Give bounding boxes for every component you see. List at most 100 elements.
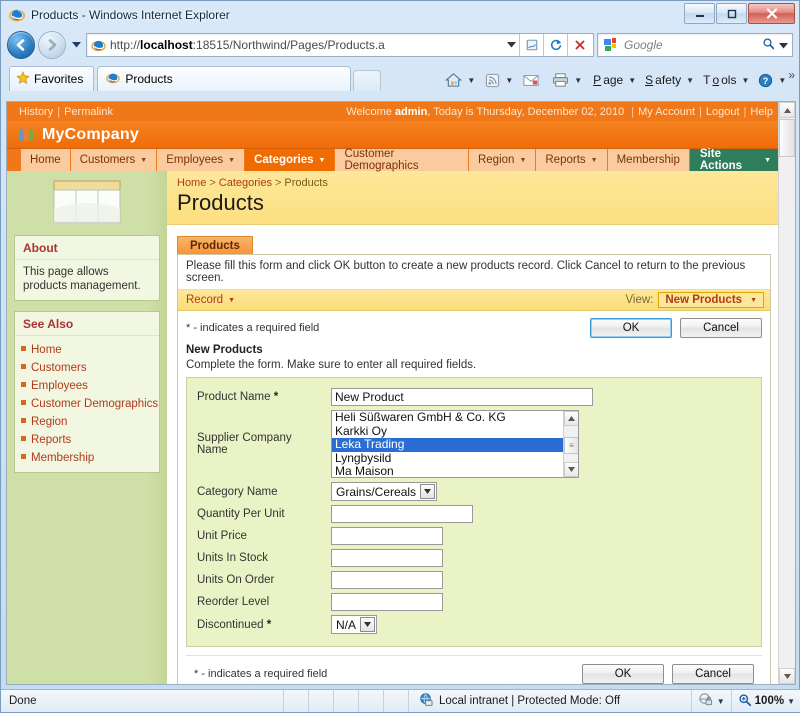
command-bar-overflow-icon[interactable]: » (788, 68, 795, 82)
list-item[interactable]: Lyngbysild (332, 451, 578, 466)
new-tab-button[interactable] (353, 70, 382, 91)
sidebar-link-customer-demographics[interactable]: Customer Demographics (31, 398, 158, 410)
page-scrollbar[interactable] (778, 102, 795, 684)
minimize-button[interactable] (684, 3, 715, 24)
scroll-up-icon[interactable] (564, 411, 578, 426)
safety-dropdown-icon[interactable]: ▼ (686, 76, 694, 85)
address-input[interactable]: http://localhost:18515/Northwind/Pages/P… (86, 33, 594, 57)
ok-button-bottom[interactable]: OK (582, 664, 664, 684)
scroll-down-icon[interactable] (564, 462, 578, 477)
safety-menu[interactable]: Safety (642, 72, 684, 88)
reorder-level-input[interactable] (331, 593, 443, 611)
zoom-control[interactable]: 100% ▼ (730, 690, 800, 712)
list-item[interactable]: Employees (15, 376, 159, 394)
address-dropdown-icon[interactable] (503, 35, 519, 55)
print-dropdown-icon[interactable]: ▼ (574, 76, 582, 85)
list-item[interactable]: Membership (15, 448, 159, 466)
my-account-link[interactable]: My Account (638, 106, 695, 118)
listbox-scrollbar[interactable]: ≡ (563, 411, 578, 477)
feeds-icon[interactable] (482, 72, 503, 89)
logout-link[interactable]: Logout (706, 106, 740, 118)
help-icon[interactable]: ? (755, 72, 776, 89)
chevron-down-icon[interactable]: ▼ (787, 697, 795, 706)
units-on-order-input[interactable] (331, 571, 443, 589)
view-dropdown[interactable]: New Products ▼ (658, 292, 764, 308)
sidebar-link-reports[interactable]: Reports (31, 434, 71, 446)
title-bar: Products - Windows Internet Explorer (1, 1, 799, 29)
nav-item-customers[interactable]: Customers ▼ (70, 149, 158, 171)
category-name-dropdown[interactable]: Grains/Cereals (331, 482, 438, 501)
site-actions-menu[interactable]: Site Actions ▼ (689, 148, 781, 172)
sidebar-link-home[interactable]: Home (31, 344, 62, 356)
search-input[interactable]: Google (597, 33, 793, 57)
stop-icon[interactable] (567, 34, 591, 56)
history-link[interactable]: History (19, 106, 53, 118)
scrollbar-thumb[interactable]: ≡ (564, 437, 578, 454)
list-item[interactable]: Home (15, 340, 159, 358)
nav-item-membership[interactable]: Membership (607, 149, 690, 171)
nav-item-employees[interactable]: Employees ▼ (157, 149, 246, 171)
unit-price-input[interactable] (331, 527, 443, 545)
list-item[interactable]: Ma Maison (332, 464, 578, 477)
search-provider-dropdown-icon[interactable] (779, 38, 788, 52)
units-in-stock-input[interactable] (331, 549, 443, 567)
nav-item-region[interactable]: Region ▼ (468, 149, 537, 171)
ok-button-top[interactable]: OK (590, 318, 672, 338)
print-icon[interactable] (549, 71, 572, 89)
quantity-per-unit-input[interactable] (331, 505, 473, 523)
compatibility-view-icon[interactable] (519, 34, 543, 56)
maximize-button[interactable] (716, 3, 747, 24)
sidebar-link-region[interactable]: Region (31, 416, 67, 428)
mail-icon[interactable] (520, 73, 542, 88)
list-item[interactable]: Reports (15, 430, 159, 448)
forward-button[interactable] (38, 31, 66, 59)
breadcrumb-categories[interactable]: Categories (219, 177, 272, 189)
list-item[interactable]: Customers (15, 358, 159, 376)
list-item[interactable]: Karkki Oy (332, 424, 578, 439)
home-icon[interactable] (442, 71, 465, 89)
permalink-link[interactable]: Permalink (64, 106, 113, 118)
list-item-selected[interactable]: Leka Trading (332, 437, 578, 452)
sidebar-link-employees[interactable]: Employees (31, 380, 88, 392)
privacy-report[interactable]: ▼ (690, 690, 731, 712)
sidebar-link-membership[interactable]: Membership (31, 452, 94, 464)
chevron-down-icon[interactable]: ▼ (717, 697, 725, 706)
feeds-dropdown-icon[interactable]: ▼ (505, 76, 513, 85)
cancel-button-top[interactable]: Cancel (680, 318, 762, 338)
record-menu[interactable]: Record ▼ (186, 294, 235, 306)
chevron-down-icon[interactable] (360, 617, 376, 632)
page-dropdown-icon[interactable]: ▼ (628, 76, 636, 85)
recent-pages-dropdown[interactable] (69, 32, 83, 58)
tools-menu[interactable]: To ols (700, 72, 739, 88)
favorites-button[interactable]: Favorites (9, 66, 95, 91)
help-dropdown-icon[interactable]: ▼ (778, 76, 786, 85)
chevron-down-icon[interactable] (420, 484, 436, 499)
nav-item-home[interactable]: Home (21, 149, 71, 171)
breadcrumb-home[interactable]: Home (177, 177, 206, 189)
list-item[interactable]: Region (15, 412, 159, 430)
security-zone[interactable]: Local intranet | Protected Mode: Off (408, 690, 691, 712)
home-dropdown-icon[interactable]: ▼ (467, 76, 475, 85)
cancel-button-bottom[interactable]: Cancel (672, 664, 754, 684)
scroll-up-icon[interactable] (779, 102, 795, 118)
tools-dropdown-icon[interactable]: ▼ (741, 76, 749, 85)
discontinued-dropdown[interactable]: N/A (331, 615, 378, 634)
page-menu[interactable]: Page (590, 72, 626, 88)
close-button[interactable] (748, 3, 795, 24)
supplier-company-name-listbox[interactable]: Heli Süßwaren GmbH & Co. KG Karkki Oy Le… (331, 410, 579, 478)
search-go-icon[interactable] (762, 37, 775, 53)
nav-item-customer-demographics[interactable]: Customer Demographics (335, 148, 469, 172)
tab-products[interactable]: Products (177, 236, 253, 254)
list-item[interactable]: Heli Süßwaren GmbH & Co. KG (332, 411, 578, 425)
scroll-down-icon[interactable] (779, 668, 795, 684)
product-name-input[interactable] (331, 388, 593, 406)
nav-item-reports[interactable]: Reports ▼ (536, 149, 608, 171)
scrollbar-thumb[interactable] (779, 119, 795, 157)
refresh-icon[interactable] (543, 34, 567, 56)
sidebar-link-customers[interactable]: Customers (31, 362, 87, 374)
browser-tab-products[interactable]: Products (97, 66, 352, 91)
list-item[interactable]: Customer Demographics (15, 394, 159, 412)
nav-item-categories[interactable]: Categories ▼ (245, 149, 336, 171)
help-link[interactable]: Help (750, 106, 773, 118)
back-button[interactable] (7, 31, 35, 59)
